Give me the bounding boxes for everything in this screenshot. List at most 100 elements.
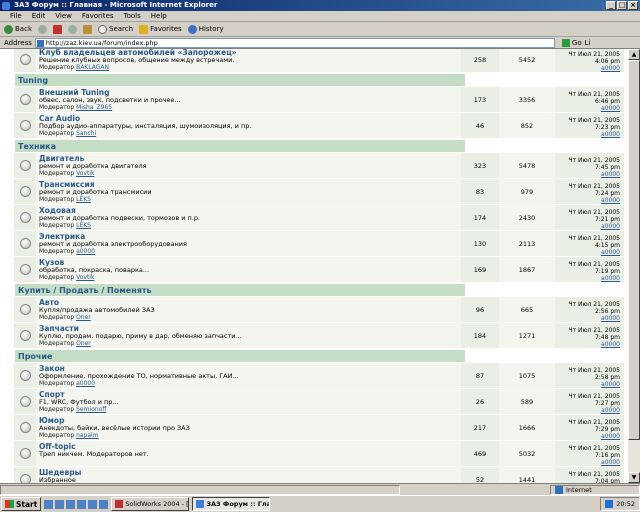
category-header: Tuning xyxy=(14,73,624,87)
forum-status-icon xyxy=(19,330,31,341)
tray-icon[interactable] xyxy=(605,500,614,508)
quick-launch-icon[interactable] xyxy=(55,499,65,509)
last-post-date: Чт Июл 21, 2005 7:04 pm xyxy=(568,471,620,483)
last-post-user[interactable]: a0000 xyxy=(601,315,620,322)
forward-button[interactable] xyxy=(38,24,47,34)
quick-launch-icon[interactable] xyxy=(66,499,76,509)
last-post-user[interactable]: a0000 xyxy=(601,381,620,388)
refresh-icon xyxy=(68,24,77,34)
back-button[interactable]: Back xyxy=(4,24,32,34)
last-post-date: Чт Июл 21, 2005 4:15 pm xyxy=(568,235,620,249)
last-post-user[interactable]: a0000 xyxy=(601,197,620,204)
topics-count: 173 xyxy=(461,87,499,112)
forum-row: Ходовая ремонт и доработка подвески, торм… xyxy=(14,205,624,231)
forum-status-icon xyxy=(19,238,31,249)
quick-launch-icon[interactable] xyxy=(44,499,54,509)
quick-launch-icon[interactable] xyxy=(77,499,87,509)
topics-count: 174 xyxy=(461,205,499,230)
last-post-date: Чт Июл 21, 2005 7:48 pm xyxy=(568,327,620,341)
forum-row: Трансмиссия ремонт и доработка трансмисии… xyxy=(14,179,624,205)
forum-link[interactable]: Шедевры xyxy=(39,469,458,477)
last-post-date: Чт Июл 21, 2005 7:45 pm xyxy=(568,157,620,171)
moderator-link[interactable]: LEKS xyxy=(76,222,91,229)
moderator-link[interactable]: napalm xyxy=(76,432,98,439)
vertical-scrollbar[interactable]: ▲ ▼ xyxy=(628,49,640,483)
moderator-link[interactable]: Oner xyxy=(76,340,91,347)
search-button[interactable]: Search xyxy=(98,24,133,34)
menu-file[interactable]: File xyxy=(10,12,22,20)
moderator-link[interactable]: Sanchi xyxy=(76,130,96,137)
last-post-user[interactable]: a0000 xyxy=(601,407,620,414)
moderator-label: Модератор xyxy=(39,432,75,439)
scroll-thumb[interactable] xyxy=(628,60,640,440)
favorites-button[interactable]: Favorites xyxy=(139,24,182,34)
moderator-link[interactable]: Misha_Z965 xyxy=(76,104,112,111)
last-post-date: Чт Июл 21, 2005 4:06 pm xyxy=(568,51,620,65)
category-title[interactable]: Tuning xyxy=(18,74,465,86)
window-title: ЗАЗ Форум :: Главная - Microsoft Interne… xyxy=(14,1,218,9)
go-button[interactable]: Go xyxy=(561,38,582,47)
posts-count: 1867 xyxy=(499,257,555,282)
forum-row: Car Audio Подбор аудио-аппаратуры, инстал… xyxy=(14,113,624,139)
maximize-button[interactable]: □ xyxy=(617,1,627,10)
close-button[interactable]: × xyxy=(628,1,638,10)
last-post-date: Чт Июл 21, 2005 6:46 pm xyxy=(568,91,620,105)
moderator-link[interactable]: Vovtik xyxy=(76,170,94,177)
scroll-down-icon[interactable]: ▼ xyxy=(628,472,640,483)
last-post-user[interactable]: a0000 xyxy=(601,105,620,112)
menu-favorites[interactable]: Favorites xyxy=(82,12,114,20)
moderator-link[interactable]: Vovtik xyxy=(76,274,94,281)
category-header: Техника xyxy=(14,139,624,153)
moderator-label: Модератор xyxy=(39,64,75,71)
history-button[interactable]: History xyxy=(187,24,224,34)
moderator-label: Модератор xyxy=(39,314,75,321)
scroll-up-icon[interactable]: ▲ xyxy=(628,49,640,60)
last-post-user[interactable]: a0000 xyxy=(601,223,620,230)
category-title[interactable]: Купить / Продать / Поменять xyxy=(18,284,465,296)
forum-row: Электрика ремонт и доработка электрообору… xyxy=(14,231,624,257)
category-title[interactable]: Техника xyxy=(18,140,465,152)
posts-count: 1666 xyxy=(499,415,555,440)
last-post-date: Чт Июл 21, 2005 7:23 pm xyxy=(568,117,620,131)
start-button[interactable]: Start xyxy=(1,497,42,511)
topics-count: 323 xyxy=(461,153,499,178)
posts-count: 589 xyxy=(499,389,555,414)
home-button[interactable] xyxy=(83,24,92,34)
menu-view[interactable]: View xyxy=(55,12,72,20)
last-post-user[interactable]: a0000 xyxy=(601,131,620,138)
moderator-link[interactable]: Semionoff xyxy=(76,406,106,413)
moderator-label: Модератор xyxy=(39,104,75,111)
menu-edit[interactable]: Edit xyxy=(32,12,46,20)
menu-help[interactable]: Help xyxy=(151,12,167,20)
quick-launch-icon[interactable] xyxy=(99,499,109,509)
forum-status-icon xyxy=(19,94,31,105)
task-ie-forum[interactable]: ЗАЗ Форум :: Главная ... xyxy=(192,497,271,511)
forum-status-icon xyxy=(19,448,31,459)
stop-button[interactable] xyxy=(53,24,62,34)
moderator-link[interactable]: a0000 xyxy=(76,380,95,387)
menu-tools[interactable]: Tools xyxy=(124,12,141,20)
links-button[interactable]: Li xyxy=(585,39,591,47)
posts-count: 3356 xyxy=(499,87,555,112)
last-post-user[interactable]: a0000 xyxy=(601,459,620,466)
windows-logo-icon xyxy=(5,500,14,508)
moderator-link[interactable]: BAKLAGAN xyxy=(76,64,109,71)
quick-launch-icon[interactable] xyxy=(88,499,98,509)
refresh-button[interactable] xyxy=(68,24,77,34)
last-post-user[interactable]: a0000 xyxy=(601,171,620,178)
task-solidworks[interactable]: SolidWorks 2004 - [Сбор... xyxy=(111,497,190,511)
moderator-link[interactable]: a0000 xyxy=(76,248,95,255)
address-input[interactable]: http://zaz.kiev.ua/forum/index.php xyxy=(34,37,555,48)
category-title[interactable]: Прочие xyxy=(18,350,465,362)
minimize-button[interactable]: _ xyxy=(606,1,616,10)
last-post-user[interactable]: a0000 xyxy=(601,341,620,348)
forum-description: F1, WRC, Футбол и пр... xyxy=(39,397,119,406)
last-post-user[interactable]: a0000 xyxy=(601,433,620,440)
last-post-user[interactable]: a0000 xyxy=(601,249,620,256)
moderator-link[interactable]: LEKS xyxy=(76,196,91,203)
address-bar: Address http://zaz.kiev.ua/forum/index.p… xyxy=(0,37,640,49)
moderator-link[interactable]: Oner xyxy=(76,314,91,321)
last-post-user[interactable]: a0000 xyxy=(601,275,620,282)
last-post-user[interactable]: a0000 xyxy=(601,65,620,72)
moderator-label: Модератор xyxy=(39,406,75,413)
